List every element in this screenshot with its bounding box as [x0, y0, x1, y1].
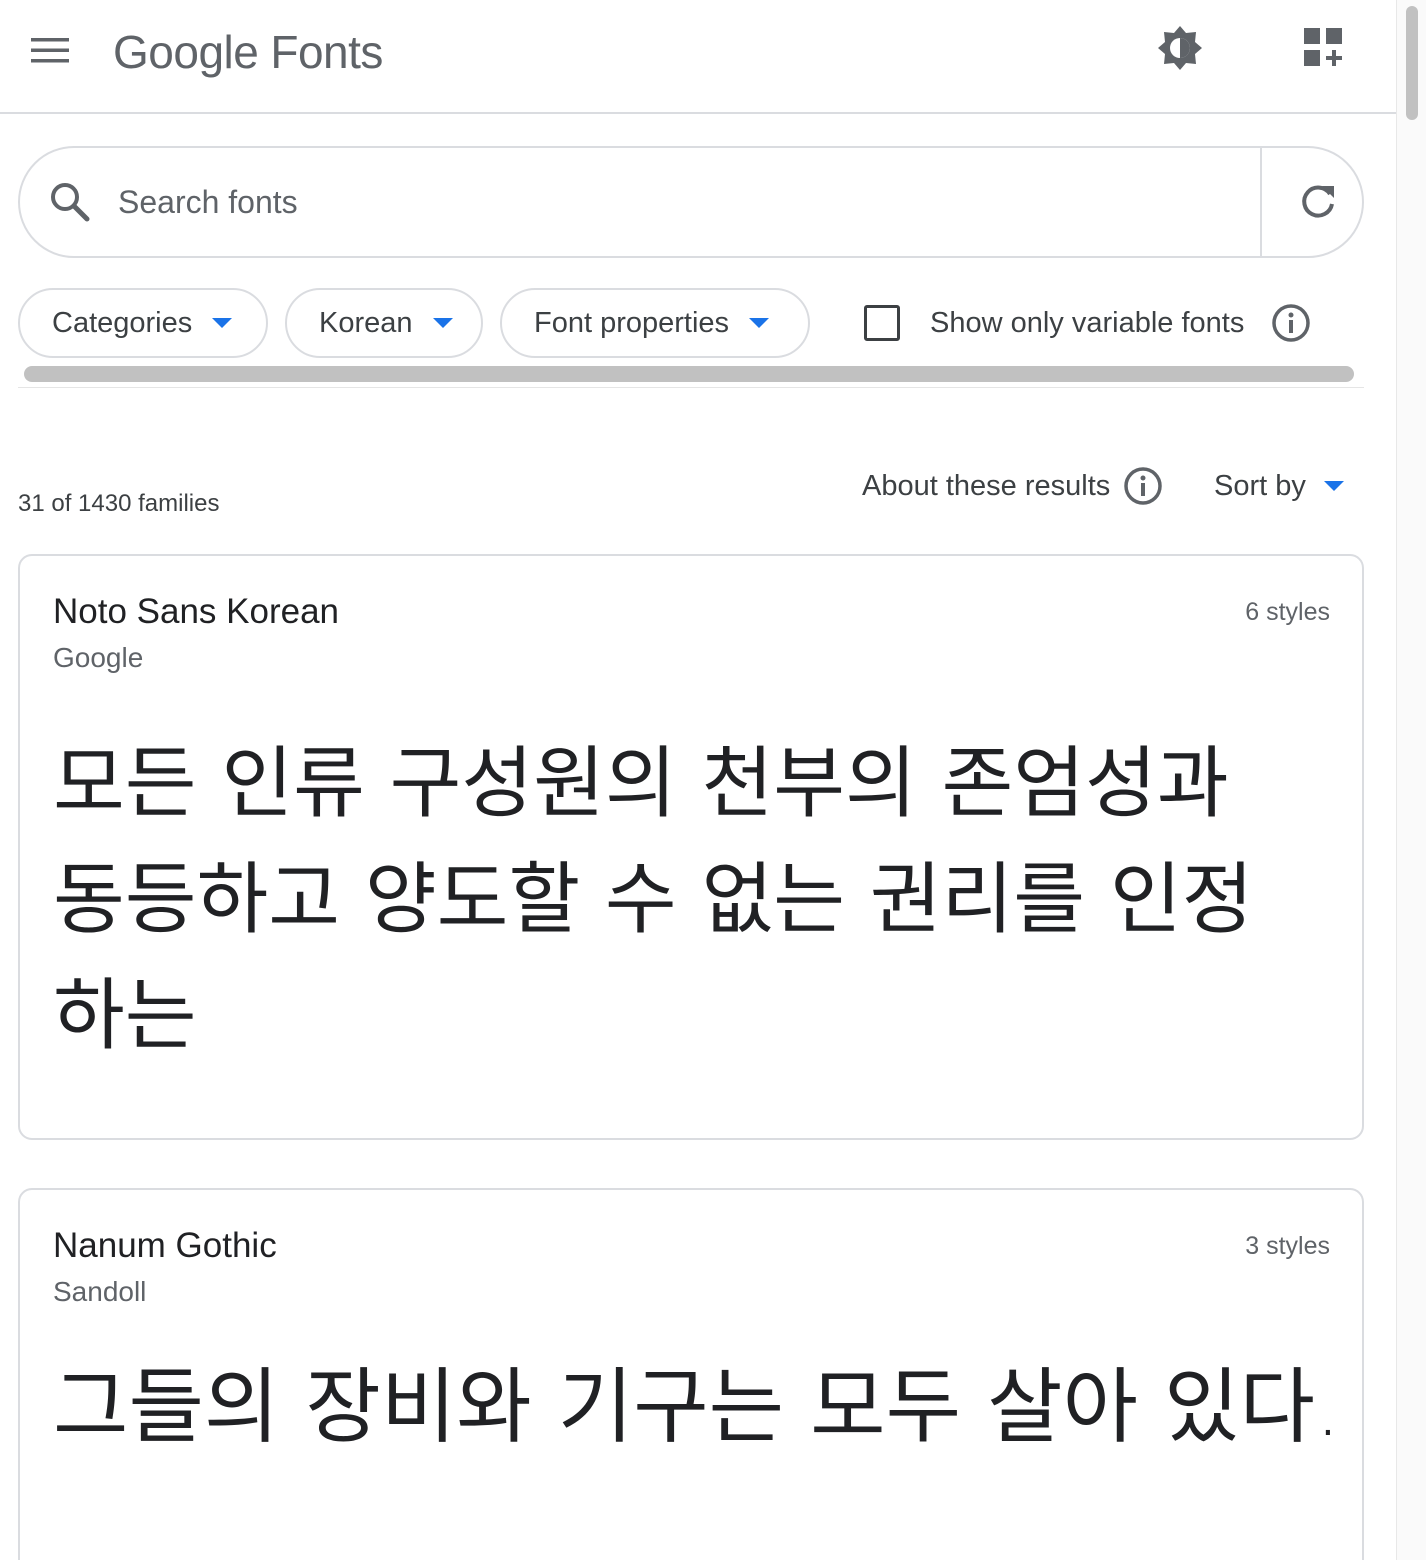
font-properties-dropdown[interactable]: Font properties — [500, 288, 810, 358]
add-widget-icon — [1304, 28, 1342, 66]
categories-dropdown[interactable]: Categories — [18, 288, 268, 358]
sort-by-dropdown[interactable]: Sort by — [1214, 462, 1344, 510]
font-properties-label: Font properties — [534, 306, 730, 339]
filter-scrollbar[interactable] — [18, 358, 1364, 388]
variable-fonts-label[interactable]: Show only variable fonts — [930, 307, 1244, 340]
font-sample-text: 그들의 장비와 기구는 모두 살아 있다. — [53, 1360, 1341, 1455]
reset-search-button[interactable] — [1286, 170, 1350, 234]
categories-label: Categories — [52, 306, 193, 339]
search-bar — [18, 146, 1364, 258]
font-family-name[interactable]: Nanum Gothic — [53, 1226, 277, 1266]
info-icon — [1124, 467, 1163, 505]
menu-icon — [31, 38, 69, 63]
page-scrollbar[interactable] — [1396, 0, 1426, 1560]
variable-fonts-info-button[interactable] — [1270, 302, 1312, 344]
dropdown-arrow-icon — [1323, 481, 1344, 491]
font-styles-count: 6 styles — [1245, 598, 1330, 626]
font-card[interactable]: Noto Sans Korean Google 6 styles 모든 인류 구… — [18, 554, 1364, 1140]
filter-bar: Categories Korean Font properties Show o… — [18, 288, 1364, 360]
about-info-icon-wrap — [1122, 465, 1164, 507]
menu-button[interactable] — [22, 22, 78, 78]
language-dropdown[interactable]: Korean — [285, 288, 483, 358]
font-designer: Sandoll — [53, 1276, 147, 1307]
font-sample-text: 모든 인류 구성원의 천부의 존엄성과 동등하고 양도할 수 없는 권리를 인정… — [53, 739, 1254, 1061]
search-icon — [51, 183, 90, 222]
google-fonts-page: Google Fonts Search fonts Categories Kor… — [0, 0, 1426, 1560]
about-results-label: About these results — [862, 469, 1111, 502]
search-input[interactable] — [116, 174, 1236, 230]
dropdown-arrow-icon — [749, 318, 770, 328]
google-fonts-logo[interactable]: Google Fonts — [113, 22, 383, 82]
variable-fonts-filter: Show only variable fonts — [864, 298, 1312, 348]
sort-by-label: Sort by — [1214, 469, 1306, 502]
theme-toggle-button[interactable] — [1150, 18, 1210, 78]
brightness-icon — [1158, 26, 1202, 70]
results-count: 31 of 1430 families — [18, 490, 220, 517]
language-label: Korean — [319, 306, 413, 339]
variable-fonts-checkbox[interactable] — [864, 305, 900, 341]
logo-google-text: Google — [113, 26, 259, 78]
page-scrollbar-thumb[interactable] — [1406, 6, 1418, 120]
font-family-name[interactable]: Noto Sans Korean — [53, 592, 339, 632]
font-card[interactable]: Nanum Gothic Sandoll 3 styles 그들의 장비와 기구… — [18, 1188, 1364, 1560]
filter-scrollbar-thumb[interactable] — [24, 366, 1354, 382]
top-app-bar: Google Fonts — [0, 0, 1396, 114]
refresh-icon — [1302, 185, 1334, 218]
about-results-button[interactable]: About these results — [862, 462, 1164, 510]
dropdown-arrow-icon — [212, 318, 233, 328]
dropdown-arrow-icon — [432, 318, 453, 328]
info-icon — [1272, 304, 1311, 342]
search-divider — [1260, 148, 1262, 256]
logo-fonts-text: Fonts — [270, 26, 383, 78]
font-styles-count: 3 styles — [1245, 1232, 1330, 1260]
font-designer: Google — [53, 642, 144, 673]
add-widget-button[interactable] — [1294, 18, 1354, 78]
